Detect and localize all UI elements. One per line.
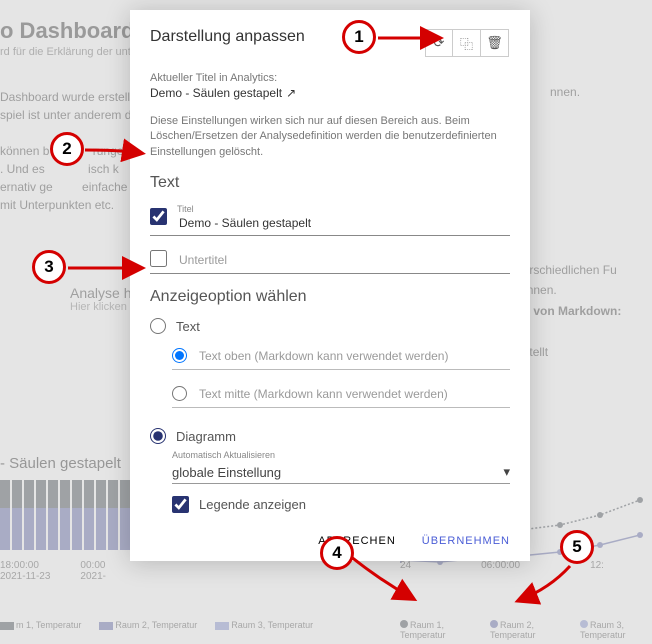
display-option-diagram[interactable]: Diagramm bbox=[150, 428, 510, 444]
text-middle-placeholder: Text mitte (Markdown kann verwendet werd… bbox=[199, 387, 510, 401]
chevron-down-icon: ▾ bbox=[503, 464, 510, 480]
display-text-label: Text bbox=[176, 319, 200, 334]
title-field-row: Titel bbox=[150, 204, 510, 236]
bg-text: . Und es bbox=[0, 162, 48, 176]
external-link-icon: ↗ bbox=[286, 86, 296, 100]
auto-refresh-value: globale Einstellung bbox=[172, 465, 281, 480]
text-top-radio[interactable] bbox=[172, 348, 187, 363]
text-top-option[interactable]: Text oben (Markdown kann verwendet werde… bbox=[172, 342, 510, 370]
auto-refresh-label: Automatisch Aktualisieren bbox=[172, 450, 510, 460]
current-title-label: Aktueller Titel in Analytics: bbox=[150, 72, 510, 84]
legend-checkbox[interactable] bbox=[172, 496, 189, 513]
display-text-radio[interactable] bbox=[150, 318, 166, 334]
cancel-button[interactable]: ABBRECHEN bbox=[318, 535, 395, 547]
bg-text: isch k bbox=[88, 162, 119, 176]
modal-description: Diese Einstellungen wirken sich nur auf … bbox=[150, 114, 510, 160]
modal-toolbar: ⟳ ⿻ 🗑 bbox=[424, 28, 510, 58]
legend-toggle[interactable]: Legende anzeigen bbox=[172, 496, 510, 513]
apply-button[interactable]: ÜBERNEHMEN bbox=[422, 535, 510, 547]
display-diagram-radio[interactable] bbox=[150, 428, 166, 444]
trash-icon: 🗑 bbox=[486, 35, 503, 51]
legend-label: Legende anzeigen bbox=[199, 497, 306, 512]
delete-button[interactable]: 🗑 bbox=[481, 29, 509, 57]
section-display-heading: Anzeigeoption wählen bbox=[150, 288, 510, 306]
text-middle-radio[interactable] bbox=[172, 386, 187, 401]
title-enabled-checkbox[interactable] bbox=[150, 208, 167, 225]
text-top-placeholder: Text oben (Markdown kann verwendet werde… bbox=[199, 349, 510, 363]
modal-title: Darstellung anpassen bbox=[150, 28, 305, 46]
chart-legend: m 1, Temperatur Raum 2, Temperatur Raum … bbox=[0, 620, 313, 630]
auto-refresh-select[interactable]: Automatisch Aktualisieren globale Einste… bbox=[172, 450, 510, 484]
bg-text: spiel ist unter anderem die bbox=[0, 108, 144, 122]
section-text-heading: Text bbox=[150, 174, 510, 192]
refresh-icon: ⟳ bbox=[434, 35, 445, 51]
chart-title: - Säulen gestapelt bbox=[0, 455, 121, 472]
subtitle-enabled-checkbox[interactable] bbox=[150, 250, 167, 267]
analytics-link-text: Demo - Säulen gestapelt bbox=[150, 86, 282, 100]
copy-button[interactable]: ⿻ bbox=[453, 29, 481, 57]
chart-legend-2: Raum 1, Temperatur Raum 2, Temperatur Ra… bbox=[400, 620, 652, 640]
bg-text: nnen. bbox=[550, 85, 580, 99]
title-input[interactable] bbox=[177, 215, 510, 231]
analytics-link[interactable]: Demo - Säulen gestapelt ↗ bbox=[150, 86, 296, 100]
x-axis: 18:00:00 2021-11-23 00:00 2021- bbox=[0, 560, 106, 582]
refresh-button[interactable]: ⟳ bbox=[425, 29, 453, 57]
display-option-text[interactable]: Text bbox=[150, 318, 510, 334]
x-axis-2: 24 06:00:00 12: bbox=[400, 560, 604, 571]
display-diagram-label: Diagramm bbox=[176, 429, 236, 444]
bg-text: ernativ ge bbox=[0, 180, 53, 194]
subtitle-input[interactable] bbox=[177, 252, 510, 268]
customize-display-modal: Darstellung anpassen ⟳ ⿻ 🗑 Aktueller Tit… bbox=[130, 10, 530, 561]
title-field-label: Titel bbox=[177, 204, 510, 214]
copy-icon: ⿻ bbox=[460, 34, 473, 53]
text-middle-option[interactable]: Text mitte (Markdown kann verwendet werd… bbox=[172, 380, 510, 408]
bg-text: können b bbox=[0, 144, 49, 158]
subtitle-field-row bbox=[150, 250, 510, 274]
